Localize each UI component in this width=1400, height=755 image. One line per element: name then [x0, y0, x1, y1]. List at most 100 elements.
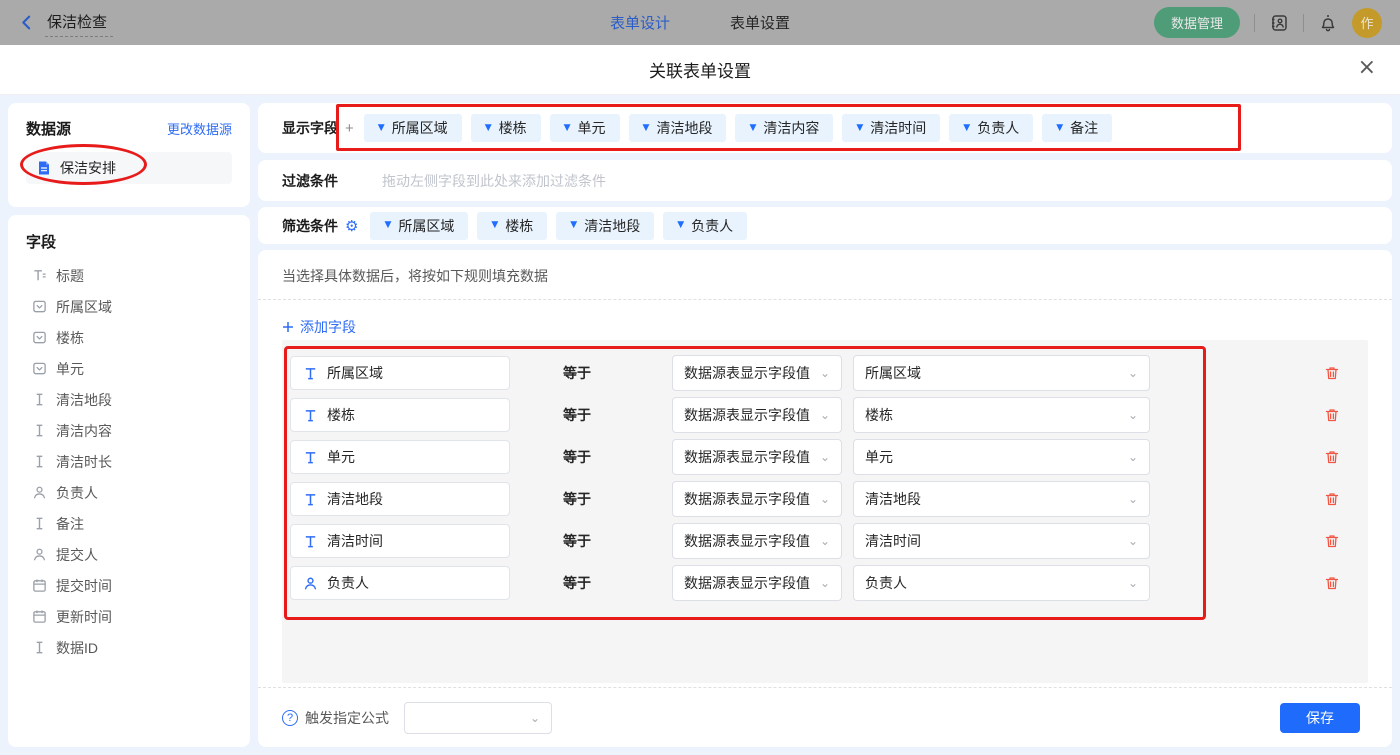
delete-rule-button[interactable]: [1324, 491, 1340, 507]
source-type-select[interactable]: 数据源表显示字段值 ⌄: [672, 397, 842, 433]
change-datasource-link[interactable]: 更改数据源: [167, 119, 232, 138]
person-icon: [32, 485, 47, 500]
delete-rule-button[interactable]: [1324, 449, 1340, 465]
screening-field-tag[interactable]: ▼ 负责人: [663, 211, 748, 240]
dropdown-triangle-icon: ▼: [1056, 122, 1064, 133]
source-type-select[interactable]: 数据源表显示字段值 ⌄: [672, 523, 842, 559]
source-type-select[interactable]: 数据源表显示字段值 ⌄: [672, 481, 842, 517]
field-item[interactable]: 提交时间: [26, 570, 232, 601]
topbar: 保洁检查 表单设计 表单设置 数据管理 作: [0, 0, 1400, 45]
chevron-down-icon: ⌄: [819, 534, 830, 548]
modal-title: 关联表单设置: [649, 62, 751, 81]
chevron-down-icon: ⌄: [1127, 408, 1138, 422]
field-item[interactable]: 清洁内容: [26, 415, 232, 446]
delete-rule-button[interactable]: [1324, 365, 1340, 381]
source-field-select[interactable]: 清洁时间 ⌄: [853, 523, 1150, 559]
source-field-value: 清洁地段: [865, 491, 921, 507]
dropdown-triangle-icon: ▼: [856, 122, 864, 133]
target-field-box[interactable]: 楼栋: [290, 398, 510, 432]
gear-icon[interactable]: ⚙: [345, 217, 358, 235]
source-type-select[interactable]: 数据源表显示字段值 ⌄: [672, 565, 842, 601]
field-item[interactable]: 所属区域: [26, 291, 232, 322]
tag-label: 所属区域: [391, 120, 448, 136]
display-field-tag[interactable]: ▼ 负责人: [949, 114, 1034, 142]
data-manage-button[interactable]: 数据管理: [1153, 7, 1240, 38]
source-field-select[interactable]: 所属区域 ⌄: [853, 355, 1150, 391]
save-button[interactable]: 保存: [1280, 702, 1360, 733]
field-item[interactable]: 楼栋: [26, 322, 232, 353]
source-field-select[interactable]: 楼栋 ⌄: [853, 397, 1150, 433]
field-item[interactable]: 数据ID: [26, 632, 232, 663]
fields-title: 字段: [26, 234, 57, 251]
display-field-tag[interactable]: ▼ 所属区域: [363, 114, 462, 142]
field-item[interactable]: 标题: [26, 260, 232, 291]
target-field-box[interactable]: 所属区域: [290, 356, 510, 390]
field-item[interactable]: 清洁时长: [26, 446, 232, 477]
select-field-icon: [32, 361, 47, 376]
trash-icon: [1324, 533, 1340, 549]
delete-rule-button[interactable]: [1324, 533, 1340, 549]
filter-condition-label: 过滤条件: [282, 172, 338, 189]
address-book-icon[interactable]: [1269, 13, 1289, 33]
dropdown-triangle-icon: ▼: [384, 220, 392, 230]
text-field-icon: [32, 454, 47, 469]
display-field-tag[interactable]: ▼ 清洁内容: [735, 114, 834, 142]
field-item[interactable]: 更新时间: [26, 601, 232, 632]
source-type-select[interactable]: 数据源表显示字段值 ⌄: [672, 439, 842, 475]
back-button[interactable]: [18, 14, 35, 31]
fill-rule-row: 清洁地段 等于 数据源表显示字段值 ⌄ 清洁地段 ⌄: [290, 481, 1368, 517]
topbar-tabs: 表单设计 表单设置: [610, 12, 790, 33]
tag-label: 清洁地段: [656, 120, 713, 136]
text-field-icon: [32, 423, 47, 438]
delete-rule-button[interactable]: [1324, 575, 1340, 591]
screening-field-tag[interactable]: ▼ 清洁地段: [556, 211, 655, 240]
display-field-tag[interactable]: ▼ 清洁时间: [842, 114, 941, 142]
text-input-icon: [303, 408, 318, 423]
field-item[interactable]: 提交人: [26, 539, 232, 570]
delete-rule-button[interactable]: [1324, 407, 1340, 423]
target-field-box[interactable]: 清洁地段: [290, 482, 510, 516]
source-type-value: 数据源表显示字段值: [684, 407, 810, 423]
tab-form-settings[interactable]: 表单设置: [730, 12, 790, 33]
text-field-icon: [32, 392, 47, 407]
avatar[interactable]: 作: [1352, 7, 1382, 38]
field-item[interactable]: 备注: [26, 508, 232, 539]
tag-label: 备注: [1070, 120, 1099, 136]
fill-rules-card: 当选择具体数据后，将按如下规则填充数据 添加字段 所属区域 等于 数据源表显示字段值…: [258, 250, 1392, 747]
field-item[interactable]: 负责人: [26, 477, 232, 508]
source-field-value: 楼栋: [865, 407, 893, 423]
modal-footer: ? 触发指定公式 ⌄ 保存: [258, 687, 1392, 747]
target-field-box[interactable]: 单元: [290, 440, 510, 474]
target-field-box[interactable]: 清洁时间: [290, 524, 510, 558]
help-icon[interactable]: ?: [282, 709, 298, 726]
field-item-label: 更新时间: [56, 608, 112, 625]
screening-field-tag[interactable]: ▼ 楼栋: [477, 211, 548, 240]
fill-rule-row: 单元 等于 数据源表显示字段值 ⌄ 单元 ⌄: [290, 439, 1368, 475]
add-field-button[interactable]: 添加字段: [282, 317, 356, 337]
notification-bell-icon[interactable]: [1318, 13, 1338, 33]
source-field-select[interactable]: 单元 ⌄: [853, 439, 1150, 475]
back-chevron-icon: [22, 15, 31, 30]
filter-dropzone-placeholder[interactable]: 拖动左侧字段到此处来添加过滤条件: [382, 171, 606, 191]
close-icon[interactable]: ×: [1358, 57, 1376, 79]
tag-label: 清洁内容: [763, 120, 820, 136]
plus-icon: [283, 322, 293, 332]
display-field-tag[interactable]: ▼ 备注: [1042, 114, 1113, 142]
datasource-item[interactable]: 保洁安排: [26, 152, 232, 184]
add-display-field-icon[interactable]: +: [345, 120, 354, 137]
field-item[interactable]: 清洁地段: [26, 384, 232, 415]
display-field-tag[interactable]: ▼ 单元: [549, 114, 620, 142]
title-field-icon: [32, 268, 47, 283]
screening-field-tag[interactable]: ▼ 所属区域: [370, 211, 469, 240]
text-input-icon: [303, 492, 318, 507]
source-field-select[interactable]: 清洁地段 ⌄: [853, 481, 1150, 517]
field-item[interactable]: 单元: [26, 353, 232, 384]
display-field-tag[interactable]: ▼ 清洁地段: [628, 114, 727, 142]
trigger-formula-select[interactable]: ⌄: [404, 701, 552, 734]
tab-form-design[interactable]: 表单设计: [610, 12, 670, 33]
source-field-select[interactable]: 负责人 ⌄: [853, 565, 1150, 601]
target-field-box[interactable]: 负责人: [290, 566, 510, 600]
form-name[interactable]: 保洁检查: [45, 9, 114, 37]
source-type-select[interactable]: 数据源表显示字段值 ⌄: [672, 355, 842, 391]
display-field-tag[interactable]: ▼ 楼栋: [470, 114, 541, 142]
